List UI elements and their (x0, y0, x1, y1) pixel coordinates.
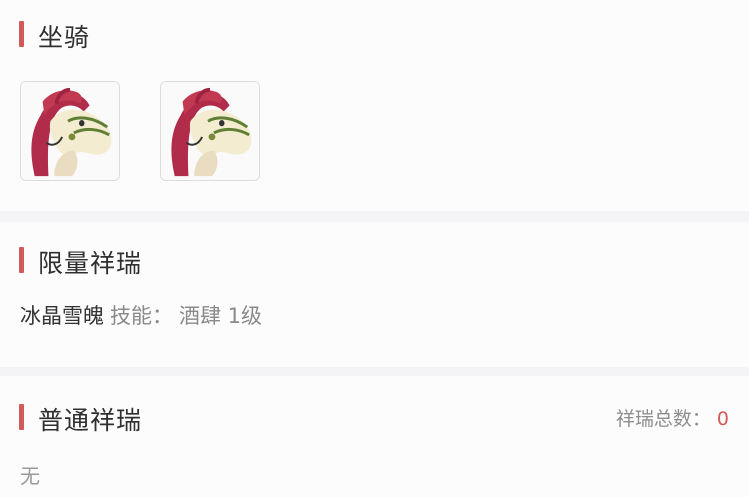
count-value: 0 (716, 408, 729, 430)
skill-label: 技能： (110, 304, 173, 328)
horse-mount-icon[interactable] (160, 81, 260, 181)
empty-state-text: 无 (20, 464, 40, 488)
limited-section-header: 限量祥瑞 (0, 222, 749, 282)
skill-value: 酒肆 1级 (179, 304, 263, 328)
mount-section-header: 坐骑 (0, 0, 749, 60)
normal-auspicious-section: 普通祥瑞 祥瑞总数： 0 无 (0, 376, 749, 497)
limited-item-row[interactable]: 冰晶雪魄 技能： 酒肆 1级 (20, 300, 262, 330)
limited-item-name: 冰晶雪魄 (20, 304, 104, 328)
count-label: 祥瑞总数： (615, 408, 711, 430)
limited-section-title: 限量祥瑞 (38, 249, 143, 278)
limited-auspicious-section: 限量祥瑞 冰晶雪魄 技能： 酒肆 1级 (0, 222, 749, 367)
normal-section-header: 普通祥瑞 祥瑞总数： 0 (0, 376, 749, 436)
section-accent-bar (19, 21, 24, 47)
normal-section-title: 普通祥瑞 (38, 406, 143, 435)
auspicious-count: 祥瑞总数： 0 (616, 404, 729, 431)
section-accent-bar (19, 404, 24, 430)
horse-mount-icon[interactable] (20, 81, 120, 181)
section-accent-bar (19, 247, 24, 273)
mount-section: 坐骑 (0, 0, 749, 211)
mount-section-title: 坐骑 (38, 23, 91, 52)
